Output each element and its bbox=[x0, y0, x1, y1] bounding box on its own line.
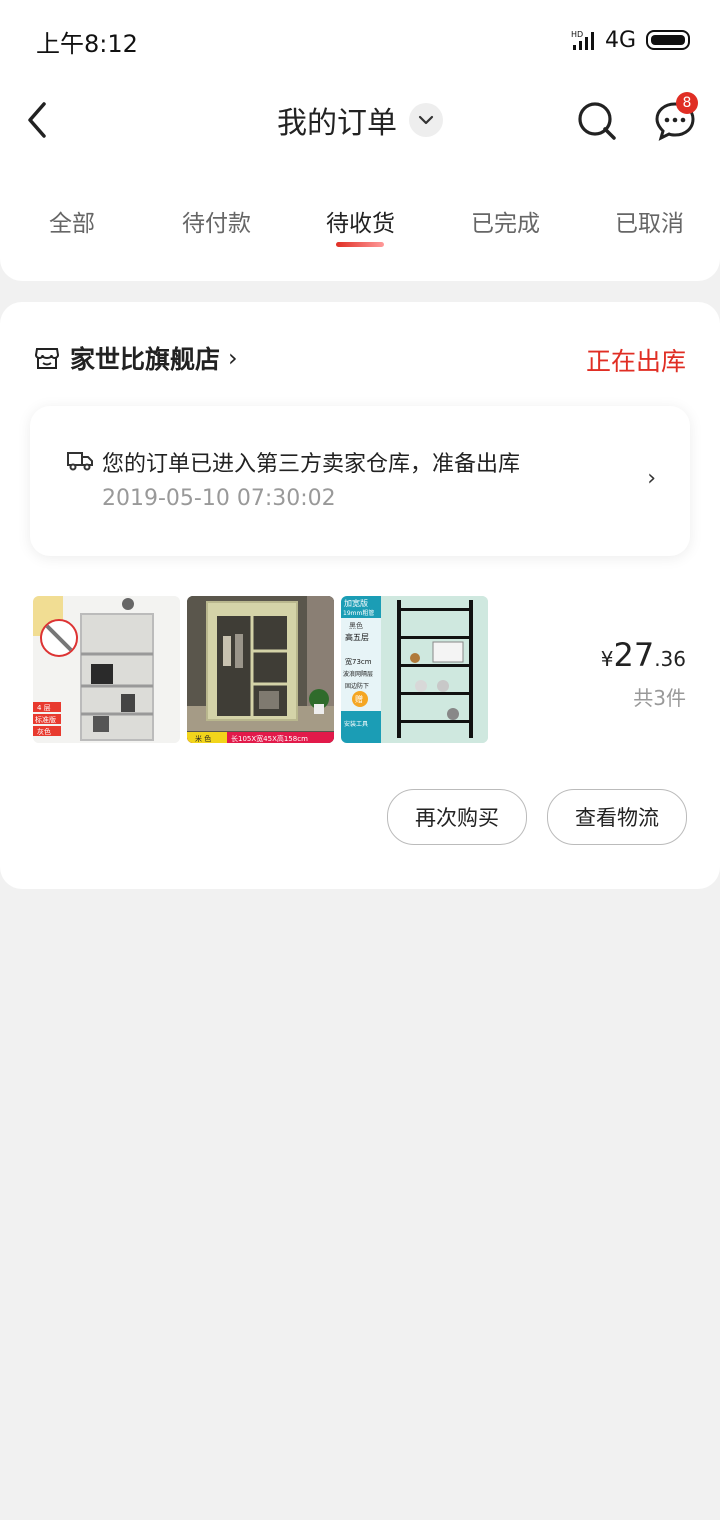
search-icon bbox=[578, 102, 616, 140]
navbar: 我的订单 bbox=[0, 80, 720, 160]
product-3-label-b: 19mm粗管 bbox=[343, 609, 374, 617]
title-dropdown-button[interactable] bbox=[409, 103, 443, 137]
status-right: HD 4G bbox=[571, 22, 690, 58]
store-icon bbox=[34, 348, 60, 369]
shop-name: 家世比旗舰店 bbox=[70, 345, 221, 374]
logistics-time: 2019-05-10 07:30:02 bbox=[102, 486, 336, 511]
order-price: ¥27.36 bbox=[601, 636, 686, 674]
product-2-label-a: 米 色 bbox=[195, 734, 211, 743]
product-3-label-c: 黑色 bbox=[349, 621, 363, 630]
product-3-label-i: 安装工具 bbox=[344, 720, 368, 728]
price-currency: ¥ bbox=[600, 647, 614, 671]
logistics-message: 您的订单已进入第三方卖家仓库，准备出库 bbox=[102, 452, 521, 477]
product-1-label-c: 灰色 bbox=[37, 727, 51, 736]
order-tabs: 全部 待付款 待收货 已完成 已取消 bbox=[0, 190, 720, 260]
tab-pending-payment[interactable]: 待付款 bbox=[182, 204, 251, 238]
item-count: 共3件 bbox=[633, 686, 686, 710]
active-tab-indicator bbox=[336, 242, 384, 247]
product-1-label-b: 标准版 bbox=[35, 715, 56, 724]
status-bar: 上午8:12 HD 4G bbox=[0, 0, 720, 80]
product-3-label-f: 波浪网隔层 bbox=[343, 670, 373, 678]
product-3-label-g: 固边防下 bbox=[345, 682, 369, 690]
rebuy-button[interactable]: 再次购买 bbox=[387, 789, 527, 845]
chevron-right-icon: › bbox=[647, 466, 656, 491]
chevron-down-icon bbox=[418, 115, 434, 125]
price-integer: 27 bbox=[613, 636, 655, 674]
battery-icon bbox=[646, 30, 690, 50]
product-3-label-d: 高五层 bbox=[345, 632, 369, 642]
shop-link[interactable]: 家世比旗舰店 › bbox=[34, 340, 238, 376]
product-image-1[interactable]: 4 层 标准版 灰色 bbox=[33, 596, 180, 743]
status-time: 上午8:12 bbox=[36, 30, 138, 58]
search-button[interactable] bbox=[574, 98, 620, 144]
message-count-badge: 8 bbox=[676, 92, 698, 114]
logistics-card[interactable]: 您的订单已进入第三方卖家仓库，准备出库 2019-05-10 07:30:02 … bbox=[30, 406, 690, 556]
tab-pending-receipt[interactable]: 待收货 bbox=[326, 204, 395, 238]
shelf-product-image: 4 层 标准版 灰色 bbox=[33, 596, 180, 743]
wire-shelf-product-image: 加宽版 19mm粗管 黑色 高五层 宽73cm 波浪网隔层 固边防下 赠 安装工… bbox=[341, 596, 488, 743]
chevron-right-icon: › bbox=[228, 344, 238, 372]
track-logistics-button[interactable]: 查看物流 bbox=[547, 789, 687, 845]
network-type: 4G bbox=[604, 27, 636, 53]
order-card: 家世比旗舰店 › 正在出库 您的订单已进入第三方卖家仓库，准备出库 2019-0… bbox=[0, 302, 720, 889]
tab-completed[interactable]: 已完成 bbox=[471, 204, 540, 238]
product-3-label-h: 赠 bbox=[355, 694, 363, 704]
tab-cancelled[interactable]: 已取消 bbox=[615, 204, 684, 238]
tab-all[interactable]: 全部 bbox=[49, 204, 95, 238]
top-panel: 上午8:12 HD 4G 我的订单 8 全部 待付款 待收货 已完成 已取消 bbox=[0, 0, 720, 281]
product-image-2[interactable]: 米 色 长105X宽45X高158cm bbox=[187, 596, 334, 743]
product-image-3[interactable]: 加宽版 19mm粗管 黑色 高五层 宽73cm 波浪网隔层 固边防下 赠 安装工… bbox=[341, 596, 488, 743]
signal-icon: HD bbox=[571, 30, 594, 50]
order-status: 正在出库 bbox=[585, 347, 686, 376]
truck-icon bbox=[67, 452, 93, 471]
product-3-label-a: 加宽版 bbox=[344, 598, 368, 608]
product-2-label-b: 长105X宽45X高158cm bbox=[231, 734, 308, 743]
page-title: 我的订单 bbox=[277, 106, 397, 141]
product-3-label-e: 宽73cm bbox=[345, 657, 372, 666]
price-decimal: .36 bbox=[654, 647, 686, 671]
product-1-label-a: 4 层 bbox=[37, 704, 51, 712]
svg-text:HD: HD bbox=[571, 30, 583, 39]
wardrobe-product-image: 米 色 长105X宽45X高158cm bbox=[187, 596, 334, 743]
